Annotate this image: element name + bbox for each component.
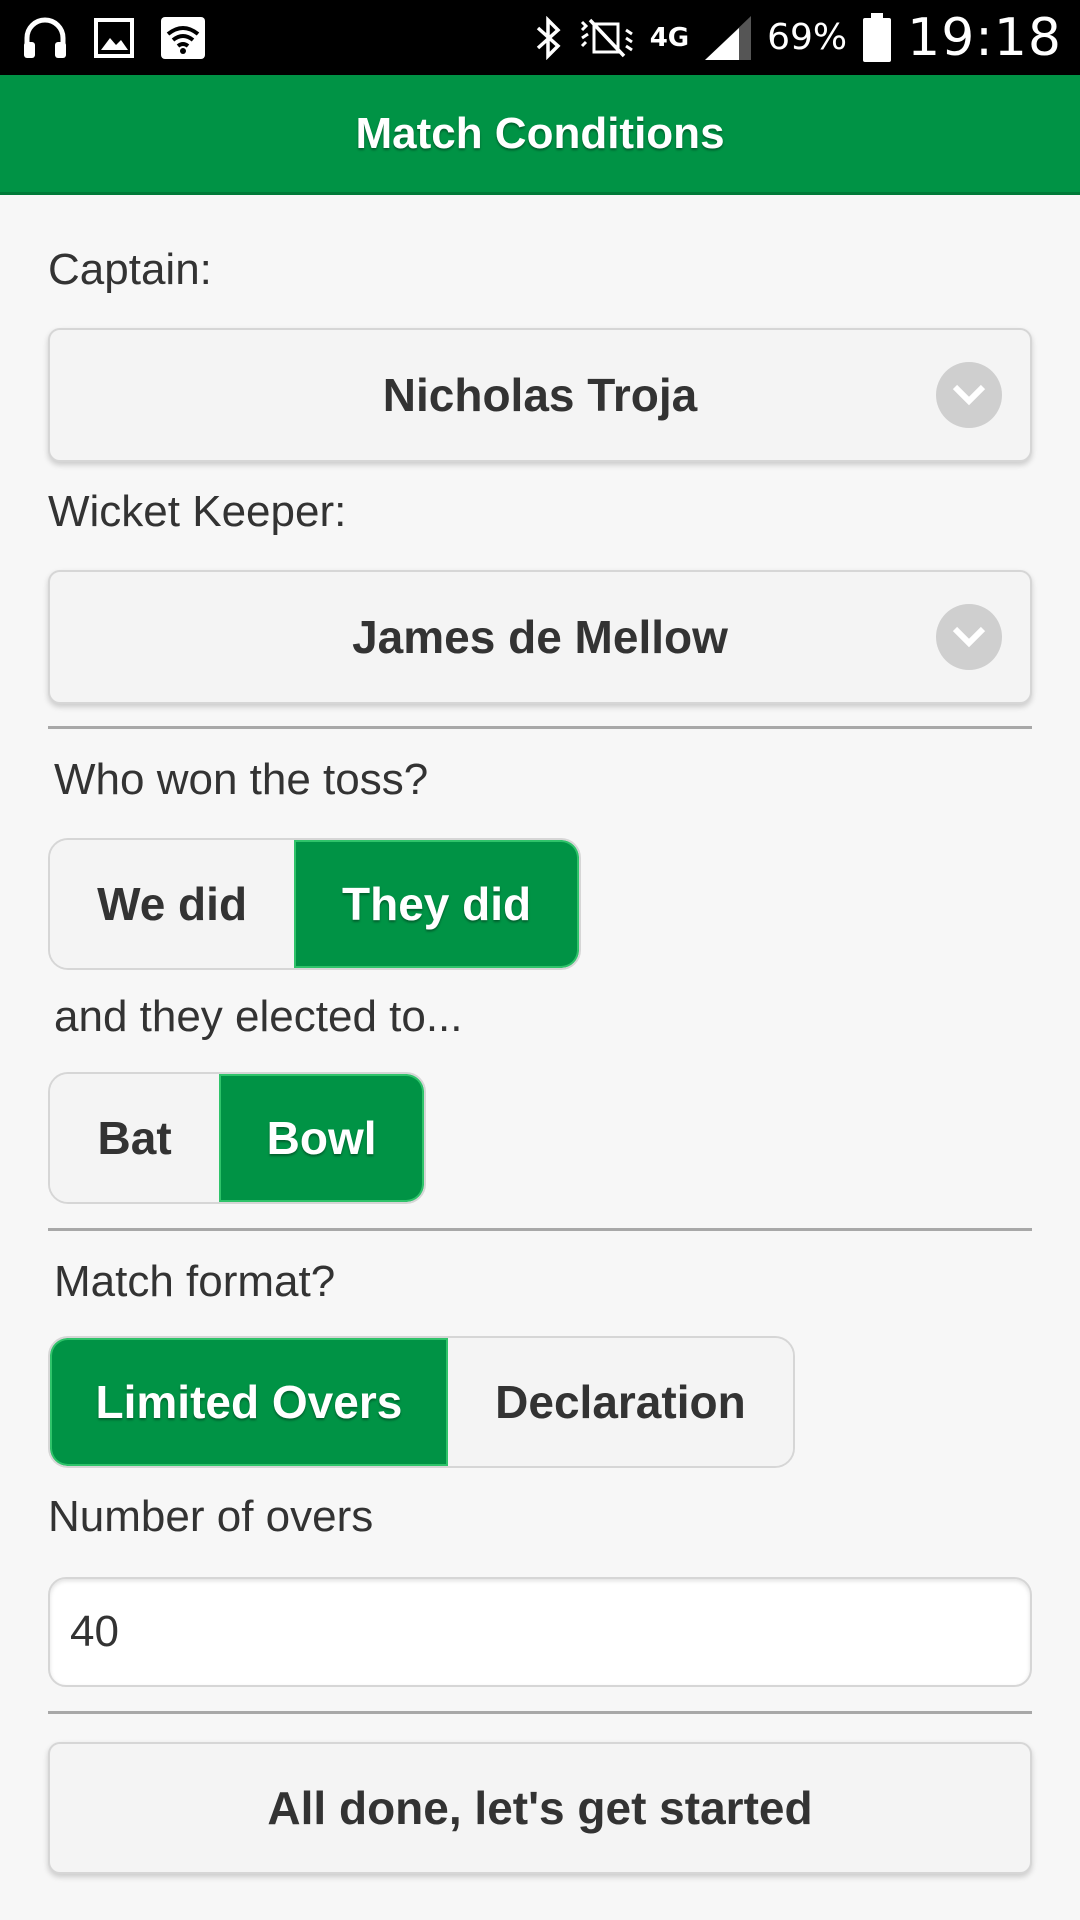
page-title: Match Conditions [355,108,725,158]
captain-select[interactable]: Nicholas Troja [48,328,1032,462]
captain-label: Captain: [48,245,212,294]
clock: 19:18 [907,7,1062,68]
format-option-declaration[interactable]: Declaration [447,1338,793,1466]
wifi-box-icon [160,16,206,60]
toss-option-they-did[interactable]: They did [294,840,579,968]
format-toggle: Limited Overs Declaration [48,1336,795,1468]
battery-percent: 69% [767,17,848,58]
app-header: Match Conditions [0,75,1080,195]
image-icon [94,17,134,58]
divider [48,1228,1032,1231]
divider [48,726,1032,729]
overs-input[interactable]: 40 [48,1577,1032,1687]
toss-toggle: We did They did [48,838,581,970]
captain-value: Nicholas Troja [382,369,698,421]
elected-question: and they elected to... [54,992,463,1041]
headphones-icon [22,16,68,60]
format-question: Match format? [54,1257,336,1306]
elected-option-bowl[interactable]: Bowl [219,1074,424,1202]
bluetooth-icon [534,15,564,60]
wicket-keeper-label: Wicket Keeper: [48,487,347,536]
overs-label: Number of overs [48,1492,374,1541]
battery-icon [861,12,893,63]
signal-icon [703,14,753,62]
elected-option-bat[interactable]: Bat [50,1074,220,1202]
toss-question: Who won the toss? [54,755,429,804]
divider [48,1711,1032,1714]
elected-toggle: Bat Bowl [48,1072,426,1204]
chevron-down-icon [936,362,1002,428]
toss-option-we-did[interactable]: We did [50,840,295,968]
network-type-label: 4G [649,22,690,53]
data-arrows-icon: 4G [649,22,690,53]
status-bar: 4G 69% 19:18 [0,0,1080,75]
wicket-keeper-select[interactable]: James de Mellow [48,570,1032,704]
mute-icon [578,16,636,60]
wicket-keeper-value: James de Mellow [352,611,728,663]
get-started-button[interactable]: All done, let's get started [48,1742,1032,1874]
format-option-limited-overs[interactable]: Limited Overs [50,1338,448,1466]
chevron-down-icon [936,604,1002,670]
